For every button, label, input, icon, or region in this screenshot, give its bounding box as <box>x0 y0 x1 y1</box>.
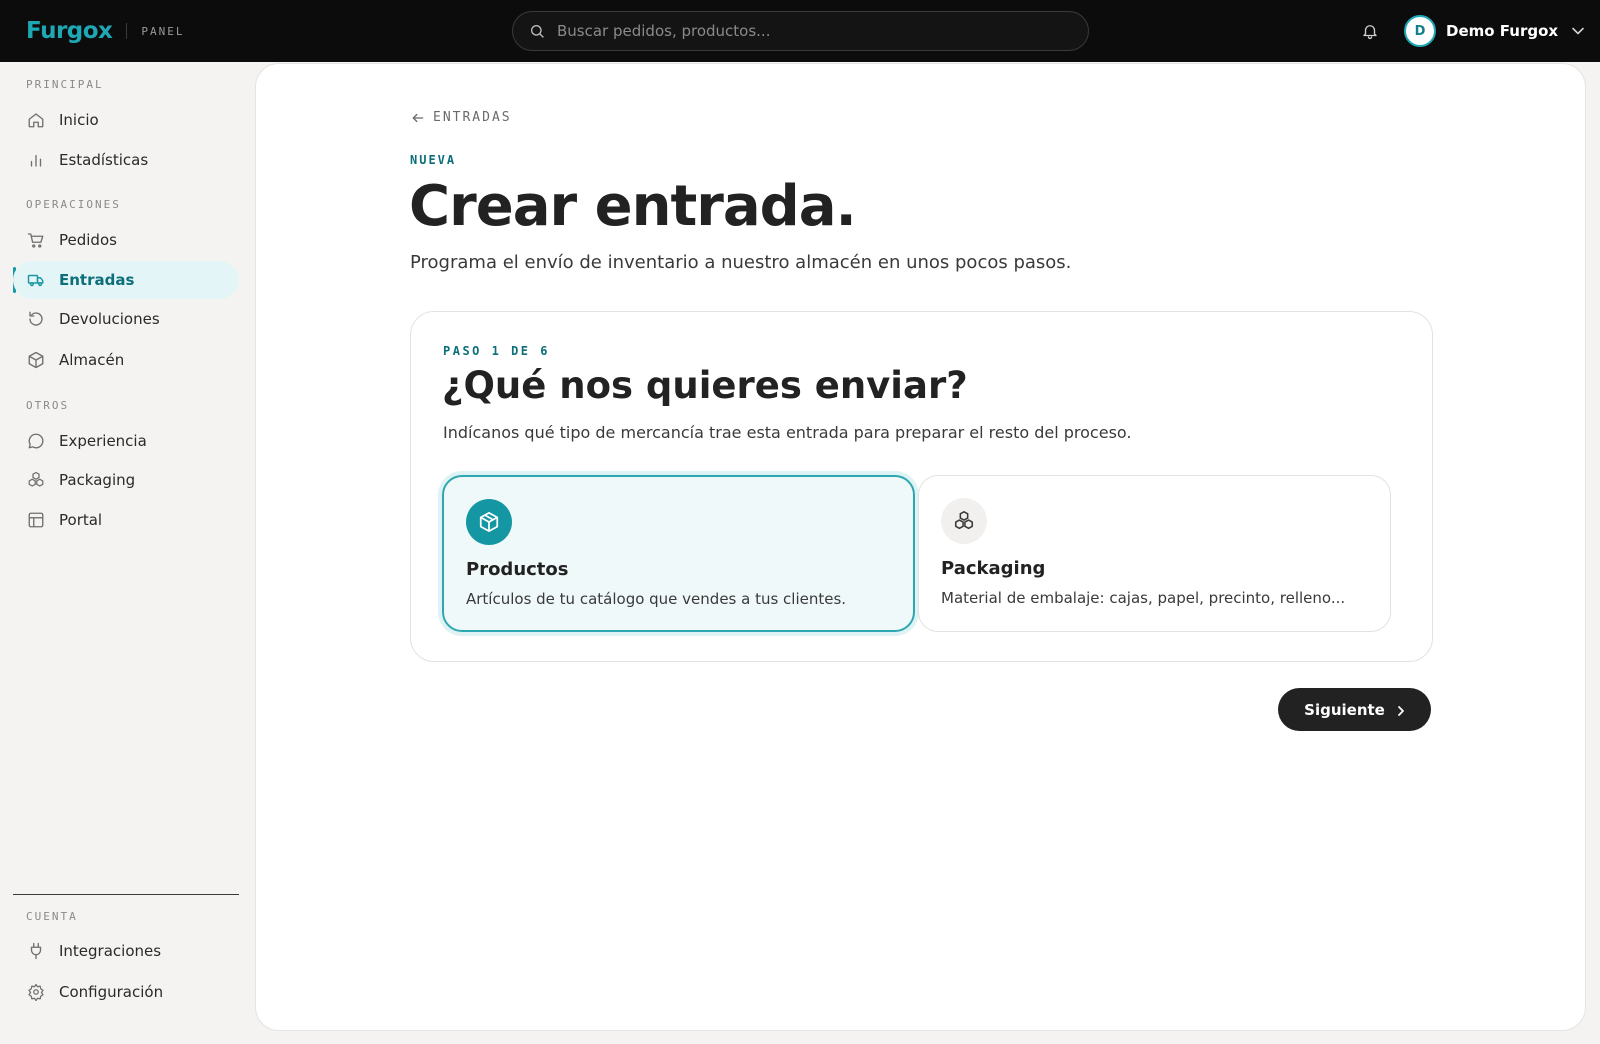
sidebar-item-label: Configuración <box>59 983 164 1001</box>
return-icon <box>27 310 45 328</box>
page-subtitle: Programa el envío de inventario a nuestr… <box>410 252 1072 273</box>
search-icon <box>529 23 545 39</box>
option-description: Material de embalaje: cajas, papel, prec… <box>941 589 1346 607</box>
step-card: PASO 1 DE 6 ¿Qué nos quieres enviar? Ind… <box>410 311 1433 662</box>
next-button-label: Siguiente <box>1304 700 1385 719</box>
sidebar-item-entradas[interactable]: Entradas <box>13 261 239 299</box>
sidebar-item-label: Inicio <box>59 111 99 129</box>
bar-chart-icon <box>27 151 45 169</box>
sidebar-item-label: Almacén <box>59 351 125 369</box>
section-label-otros: OTROS <box>26 399 70 412</box>
sidebar-item-label: Estadísticas <box>59 151 149 169</box>
sidebar-item-label: Portal <box>59 511 103 529</box>
bell-icon[interactable] <box>1361 21 1379 41</box>
page-eyebrow: NUEVA <box>410 153 457 167</box>
sidebar-item-inicio[interactable]: Inicio <box>13 101 239 139</box>
sidebar: PRINCIPAL Inicio Estadísticas OPERACIONE… <box>0 62 250 1044</box>
sidebar-item-devoluciones[interactable]: Devoluciones <box>13 300 239 338</box>
logo[interactable]: Furgox <box>26 18 113 44</box>
sidebar-item-experiencia[interactable]: Experiencia <box>13 422 239 460</box>
section-label-cuenta: CUENTA <box>26 910 78 923</box>
sidebar-item-almacen[interactable]: Almacén <box>13 341 239 379</box>
plug-icon <box>27 942 45 960</box>
brand-divider <box>126 23 128 39</box>
option-description: Artículos de tu catálogo que vendes a tu… <box>466 590 847 608</box>
chat-icon <box>27 432 45 450</box>
option-title: Packaging <box>941 558 1046 579</box>
sidebar-item-label: Pedidos <box>59 231 117 249</box>
sidebar-item-label: Integraciones <box>59 942 162 960</box>
box-icon <box>27 351 45 369</box>
section-label-operaciones: OPERACIONES <box>26 198 121 211</box>
back-link[interactable]: ENTRADAS <box>411 110 512 125</box>
sidebar-item-configuracion[interactable]: Configuración <box>13 973 239 1011</box>
home-icon <box>27 111 45 129</box>
step-title: ¿Qué nos quieres enviar? <box>442 364 968 407</box>
section-label-principal: PRINCIPAL <box>26 78 104 91</box>
sidebar-item-pedidos[interactable]: Pedidos <box>13 221 239 259</box>
user-menu[interactable]: D Demo Furgox <box>1404 14 1584 48</box>
boxes-icon <box>27 471 45 489</box>
next-button[interactable]: Siguiente <box>1278 688 1431 731</box>
package-icon <box>466 499 512 545</box>
chevron-right-icon <box>1397 705 1404 716</box>
top-bar: Furgox PANEL D Demo Furgox <box>0 0 1600 62</box>
brand[interactable]: Furgox PANEL <box>26 18 185 44</box>
option-title: Productos <box>466 559 569 580</box>
sidebar-item-label: Devoluciones <box>59 310 160 328</box>
avatar[interactable]: D <box>1404 15 1436 47</box>
step-description: Indícanos qué tipo de mercancía trae est… <box>443 423 1132 442</box>
sidebar-divider <box>13 894 239 895</box>
search-input[interactable] <box>557 22 1057 40</box>
boxes-icon <box>941 498 987 544</box>
sidebar-item-portal[interactable]: Portal <box>13 501 239 539</box>
cart-icon <box>27 231 45 249</box>
chevron-down-icon[interactable] <box>1572 27 1584 35</box>
option-packaging[interactable]: Packaging Material de embalaje: cajas, p… <box>918 475 1391 632</box>
sidebar-item-label: Packaging <box>59 471 136 489</box>
step-indicator: PASO 1 DE 6 <box>443 344 550 358</box>
page-title: Crear entrada. <box>409 174 857 239</box>
truck-icon <box>27 271 45 289</box>
user-name[interactable]: Demo Furgox <box>1446 22 1558 40</box>
sidebar-item-label: Entradas <box>59 271 135 289</box>
back-link-label: ENTRADAS <box>433 110 512 125</box>
sidebar-item-label: Experiencia <box>59 432 147 450</box>
search-bar[interactable] <box>512 11 1089 51</box>
option-productos[interactable]: Productos Artículos de tu catálogo que v… <box>442 475 915 632</box>
sidebar-item-packaging[interactable]: Packaging <box>13 461 239 499</box>
main-content: ENTRADAS NUEVA Crear entrada. Programa e… <box>255 63 1586 1031</box>
sidebar-item-estadisticas[interactable]: Estadísticas <box>13 141 239 179</box>
layout-icon <box>27 511 45 529</box>
gear-icon <box>27 983 45 1001</box>
brand-tag: PANEL <box>141 24 185 38</box>
sidebar-item-integraciones[interactable]: Integraciones <box>13 932 239 970</box>
arrow-left-icon <box>411 111 425 125</box>
